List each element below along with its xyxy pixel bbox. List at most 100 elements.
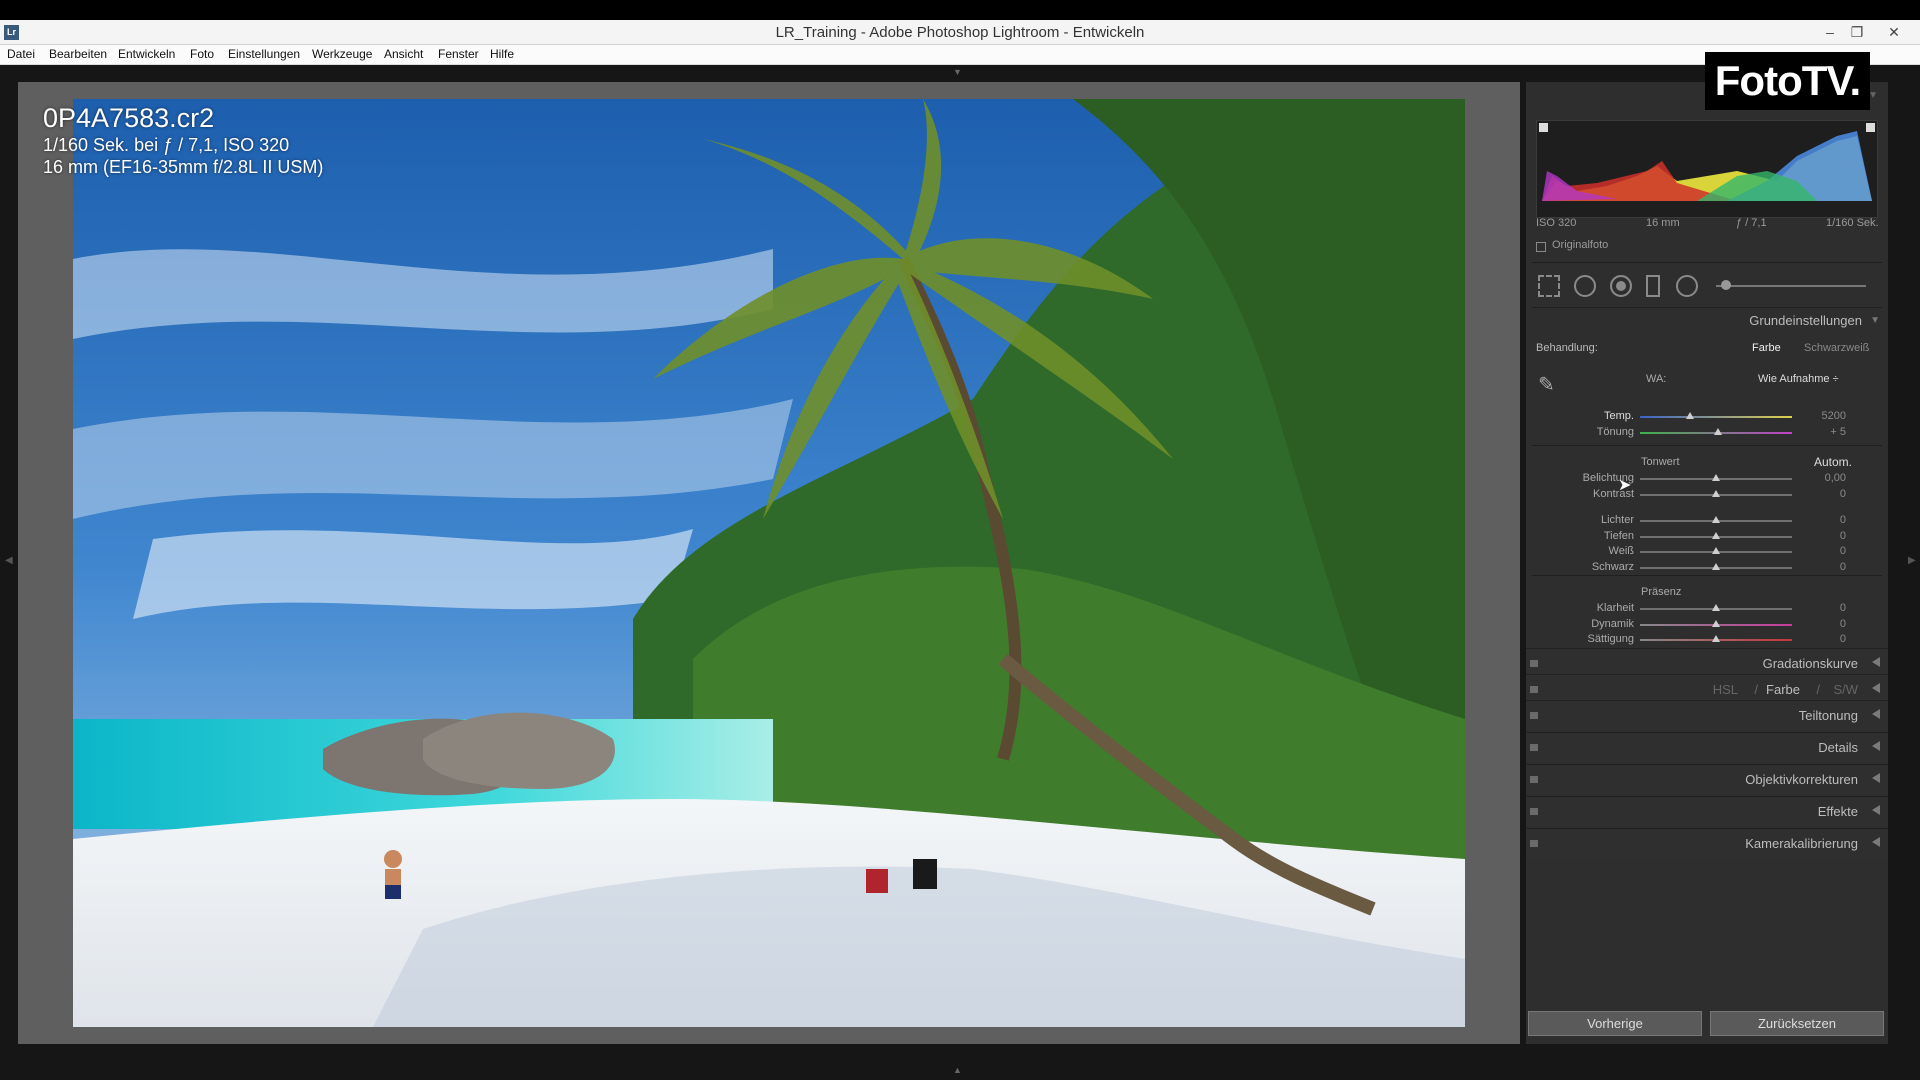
radial-filter-icon[interactable] [1676,275,1698,297]
slider-value[interactable]: 0 [1806,618,1846,630]
menu-bearbeiten[interactable]: Bearbeiten [49,47,107,61]
panel-switch-icon[interactable] [1530,808,1538,815]
reset-button[interactable]: Zurücksetzen [1710,1011,1884,1036]
panel-label[interactable]: Details [1818,740,1858,755]
expand-icon[interactable] [1872,657,1880,667]
slider-handle[interactable] [1712,620,1720,627]
camera-calibration-panel[interactable]: Kamerakalibrierung [1526,828,1888,858]
slider-value[interactable]: 0 [1806,602,1846,614]
adjustment-brush-icon[interactable] [1721,280,1731,290]
minimize-button[interactable]: – [1816,22,1844,42]
panel-label[interactable]: Kamerakalibrierung [1745,836,1858,851]
slider-handle[interactable] [1712,474,1720,481]
slider-handle[interactable] [1712,604,1720,611]
slider-handle[interactable] [1712,490,1720,497]
menu-foto[interactable]: Foto [190,47,214,61]
slider-value[interactable]: 0 [1806,530,1846,542]
treatment-color[interactable]: Farbe [1752,342,1781,354]
panel-switch-icon[interactable] [1530,712,1538,719]
treatment-bw[interactable]: Schwarzweiß [1804,342,1869,354]
slider-handle[interactable] [1712,635,1720,642]
expand-icon[interactable] [1872,837,1880,847]
basic-panel-expanded-icon[interactable]: ▼ [1870,315,1880,326]
menu-hilfe[interactable]: Hilfe [490,47,514,61]
panel-label[interactable]: Gradationskurve [1763,656,1858,671]
slider-value[interactable]: 0 [1806,545,1846,557]
slider-value[interactable]: 0 [1806,514,1846,526]
slider-1[interactable]: Tönung + 5 [1526,426,1888,440]
restore-button[interactable]: ❐ [1843,22,1871,42]
previous-button[interactable]: Vorherige [1528,1011,1702,1036]
filmstrip-toggle-icon[interactable]: ▲ [953,1065,962,1075]
slider-handle[interactable] [1686,412,1695,419]
bw-tab[interactable]: S/W [1833,682,1858,697]
slider-value[interactable]: 5200 [1806,410,1846,422]
adjustment-brush-slider[interactable] [1716,285,1866,287]
slider-value[interactable]: 0,00 [1806,472,1846,484]
histogram[interactable] [1536,120,1878,218]
menu-datei[interactable]: Datei [7,47,35,61]
panel-label[interactable]: Objektivkorrekturen [1745,772,1858,787]
color-tab[interactable]: Farbe [1766,682,1800,697]
expand-icon[interactable] [1872,773,1880,783]
slider-handle[interactable] [1712,516,1720,523]
slider-track[interactable] [1640,416,1792,418]
slider-10[interactable]: Sättigung 0 [1526,633,1888,647]
white-balance-picker-icon[interactable]: ✎ [1538,372,1555,397]
panel-label[interactable]: Effekte [1818,804,1858,819]
slider-handle[interactable] [1712,532,1720,539]
slider-value[interactable]: 0 [1806,561,1846,573]
menu-einstellungen[interactable]: Einstellungen [228,47,300,61]
left-panel-toggle-icon[interactable]: ◀ [5,555,13,566]
beach-photo[interactable] [73,99,1465,1027]
menu-entwickeln[interactable]: Entwickeln [118,47,175,61]
menu-fenster[interactable]: Fenster [438,47,479,61]
slider-value[interactable]: 0 [1806,488,1846,500]
spot-removal-icon[interactable] [1574,275,1596,297]
slider-5[interactable]: Tiefen 0 [1526,530,1888,544]
slider-8[interactable]: Klarheit 0 [1526,602,1888,616]
lens-corrections-panel[interactable]: Objektivkorrekturen [1526,764,1888,794]
right-panel-toggle-icon[interactable]: ▶ [1908,555,1916,566]
expand-icon[interactable] [1872,709,1880,719]
graduated-filter-icon[interactable] [1646,275,1660,297]
detail-panel[interactable]: Details [1526,732,1888,762]
expand-icon[interactable] [1872,741,1880,751]
crop-tool-icon[interactable] [1538,275,1560,297]
slider-handle[interactable] [1712,547,1720,554]
image-viewer[interactable]: 0P4A7583.cr2 1/160 Sek. bei ƒ / 7,1, ISO… [18,82,1520,1044]
exposure-info: 1/160 Sek. bei ƒ / 7,1, ISO 320 [43,135,290,155]
expand-icon[interactable] [1872,683,1880,693]
top-panel-toggle-icon[interactable]: ▼ [953,67,962,77]
slider-6[interactable]: Weiß 0 [1526,545,1888,559]
slider-label: Tönung [1596,426,1634,438]
slider-9[interactable]: Dynamik 0 [1526,618,1888,632]
slider-value[interactable]: + 5 [1806,426,1846,438]
expand-icon[interactable] [1872,805,1880,815]
wb-dropdown[interactable]: Wie Aufnahme ÷ [1758,373,1839,385]
slider-handle[interactable] [1713,428,1722,435]
slider-4[interactable]: Lichter 0 [1526,514,1888,528]
panel-switch-icon[interactable] [1530,686,1538,693]
panel-switch-icon[interactable] [1530,660,1538,667]
effects-panel[interactable]: Effekte [1526,796,1888,826]
slider-2[interactable]: Belichtung 0,00 [1526,472,1888,486]
menu-werkzeuge[interactable]: Werkzeuge [312,47,372,61]
menu-ansicht[interactable]: Ansicht [384,47,423,61]
red-eye-icon[interactable] [1610,275,1632,297]
auto-tone-button[interactable]: Autom. [1814,455,1852,469]
original-photo-checkbox[interactable] [1536,242,1546,252]
slider-0[interactable]: Temp. 5200 [1526,410,1888,424]
panel-label[interactable]: Teiltonung [1799,708,1858,723]
hsl-tab[interactable]: HSL [1713,682,1738,697]
slider-3[interactable]: Kontrast 0 [1526,488,1888,502]
slider-7[interactable]: Schwarz 0 [1526,561,1888,575]
split-toning-panel[interactable]: Teiltonung [1526,700,1888,730]
panel-switch-icon[interactable] [1530,744,1538,751]
slider-handle[interactable] [1712,563,1720,570]
close-button[interactable]: ✕ [1880,22,1908,42]
slider-value[interactable]: 0 [1806,633,1846,645]
basic-panel-title[interactable]: Grundeinstellungen [1749,313,1862,328]
panel-switch-icon[interactable] [1530,840,1538,847]
panel-switch-icon[interactable] [1530,776,1538,783]
